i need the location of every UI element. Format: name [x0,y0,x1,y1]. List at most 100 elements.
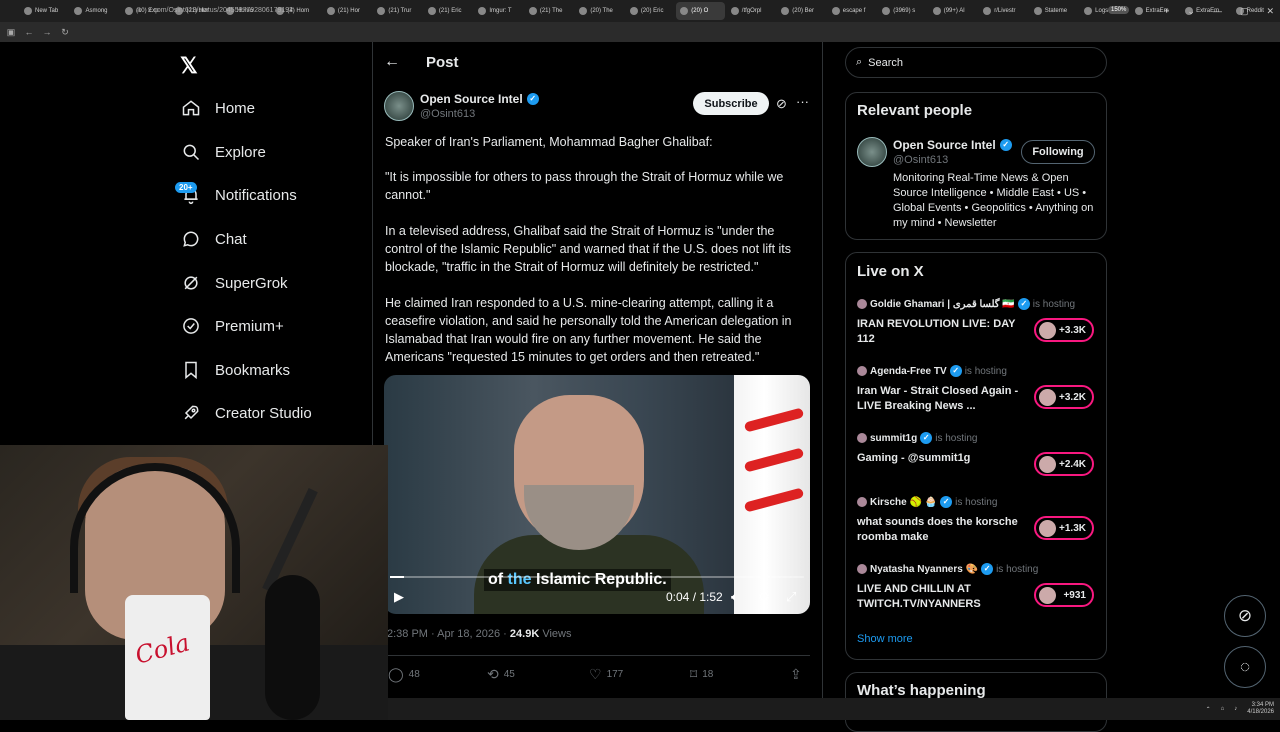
forward-button[interactable]: → [40,25,54,39]
bookmark-icon: ⌑ [690,666,698,682]
avatar [857,497,867,507]
avatar[interactable] [857,137,887,167]
avatar [857,433,867,443]
live-listener-count[interactable]: +2.4K [1034,452,1094,476]
verified-badge-icon: ✓ [920,432,933,444]
avatar [1039,456,1056,473]
live-title[interactable]: LIVE AND CHILLIN AT TWITCH.TV/NYANNERS [857,582,1029,612]
live-title[interactable]: Gaming - @summit1g [857,451,1029,466]
live-host[interactable]: Goldie Ghamari | گلسا قمری 🇮🇷 ✓ is hosting [857,298,1075,310]
tab-favicon-icon [124,7,133,15]
sidebar-item-bookmarks[interactable]: Bookmarks [180,355,290,385]
tab-label: Asmong [85,8,108,14]
browser-tab[interactable]: Stateme [1030,2,1078,20]
sidebar-item-home[interactable]: Home [180,93,255,123]
minimize-button[interactable]: — [1213,6,1222,16]
live-listener-count[interactable]: +931 [1034,583,1094,607]
back-button[interactable]: ← [22,25,36,39]
post-time-text[interactable]: 2:38 PM · Apr 18, 2026 · [387,628,510,640]
sidebar-item-chat[interactable]: Chat [180,224,247,254]
sidebar-item-notifications[interactable]: Notifications [180,180,297,210]
more-options-icon[interactable]: ··· [796,94,809,109]
live-title[interactable]: IRAN REVOLUTION LIVE: DAY 112 [857,317,1029,347]
back-arrow-icon[interactable]: ← [384,53,400,71]
share-button[interactable]: ⇪ [790,666,802,683]
like-button[interactable]: ♡ 177 [589,666,623,683]
sidebar-item-creator-studio[interactable]: Creator Studio [180,398,312,428]
repost-button[interactable]: ⟲ 45 [487,666,515,683]
zoom-indicator[interactable]: 150% [1108,6,1130,14]
live-listener-count[interactable]: +3.2K [1034,385,1094,409]
grok-fab-icon[interactable]: ⊘ [1224,595,1266,637]
fullscreen-icon[interactable]: ⤢ [786,589,796,605]
tab-favicon-icon [24,7,32,15]
volume-tray-icon[interactable]: ♪ [1234,706,1237,712]
relevant-person-handle[interactable]: @Osint613 [893,154,948,166]
volume-icon[interactable]: 🔈︎ [731,589,739,605]
bookmark-count: 18 [702,669,714,680]
column-divider-right [822,42,823,720]
author-avatar[interactable] [384,91,414,121]
live-host[interactable]: Kirsche 🥎 🧁 ✓ is hosting [857,496,997,508]
site-info-icon[interactable]: ⊜ [136,6,142,14]
author-name[interactable]: Open Source Intel ✓ [420,92,539,106]
author-name-text: Open Source Intel [420,92,523,106]
post-paragraph: In a televised address, Ghalibaf said th… [385,224,792,274]
messages-fab-icon[interactable]: ◌ [1224,646,1266,688]
sidebar-item-label: Bookmarks [215,361,291,379]
new-tab-button[interactable]: + [1164,6,1169,16]
show-more-link[interactable]: Show more [857,633,913,645]
like-count: 177 [606,669,624,680]
browser-tab[interactable]: New Tab [20,2,68,20]
close-window-button[interactable]: ✕ [1266,6,1274,17]
settings-gear-icon[interactable]: ⚙︎ [758,589,770,605]
live-count-text: +1.3K [1059,522,1086,534]
live-host[interactable]: summit1g ✓ is hosting [857,432,977,444]
live-title[interactable]: Iran War - Strait Closed Again - LIVE Br… [857,384,1029,414]
following-button[interactable]: Following [1021,140,1095,164]
avatar [857,366,867,376]
live-listener-count[interactable]: +1.3K [1034,516,1094,540]
verified-badge-icon: ✓ [940,496,953,508]
play-icon[interactable]: ▶ [394,589,404,605]
reload-button[interactable]: ↻ [58,25,72,39]
taskbar-clock[interactable]: 3:34 PM 4/18/2026 [1247,702,1274,716]
video-progress-track[interactable] [390,576,804,578]
url-text: x.com/Osint613/status/204558779280617919… [147,6,294,14]
reply-button[interactable]: ◯ 48 [388,666,420,683]
sidebar-item-label: Premium+ [215,317,284,335]
relevant-people-title: Relevant people [857,102,973,119]
sidebar-item-explore[interactable]: Explore [180,137,266,167]
live-host[interactable]: Agenda-Free TV ✓ is hosting [857,365,1007,377]
verified-badge-icon: ✓ [999,139,1012,151]
maximize-button[interactable]: ▢ [1240,6,1249,17]
x-logo[interactable]: 𝕏 [180,53,198,79]
webcam-microphone [265,575,320,720]
subscribe-button[interactable]: Subscribe [693,92,769,115]
sidebar-item-label: Creator Studio [215,404,312,422]
network-icon[interactable]: ⌂ [1221,706,1225,712]
sidebar-toggle-icon[interactable]: ▣ [4,25,18,39]
grok-icon[interactable]: ⊘ [776,96,787,112]
tab-list-chevron-icon[interactable]: ⌄ [1187,6,1195,17]
reply-icon: ◯ [388,666,404,682]
sidebar-item-supergrok[interactable]: SuperGrok [180,268,288,298]
search-icon [180,142,201,163]
live-host-name: summit1g [870,432,918,444]
live-title[interactable]: what sounds does the korsche roomba make [857,515,1029,545]
relevant-person-name[interactable]: Open Source Intel ✓ [893,138,1012,152]
bookmark-button[interactable]: ⌑ 18 [690,666,713,683]
url-field[interactable]: ⊜ x.com/Osint613/status/2045587792806179… [136,3,1036,17]
browser-tab[interactable]: Asmong [70,2,118,20]
clock-date: 4/18/2026 [1247,709,1274,715]
tab-label: New Tab [35,8,59,14]
search-input[interactable]: ⌕ Search [845,47,1107,78]
sidebar-item-label: Notifications [215,186,297,204]
live-host-status: is hosting [955,496,998,508]
author-handle[interactable]: @Osint613 [420,108,475,120]
live-host[interactable]: Nyatasha Nyanners 🎨 ✓ is hosting [857,563,1038,575]
clock-time: 3:34 PM [1251,702,1274,708]
sidebar-item-premium[interactable]: Premium+ [180,311,284,341]
tray-chevron-icon[interactable]: ⌃ [1206,706,1211,713]
live-listener-count[interactable]: +3.3K [1034,318,1094,342]
